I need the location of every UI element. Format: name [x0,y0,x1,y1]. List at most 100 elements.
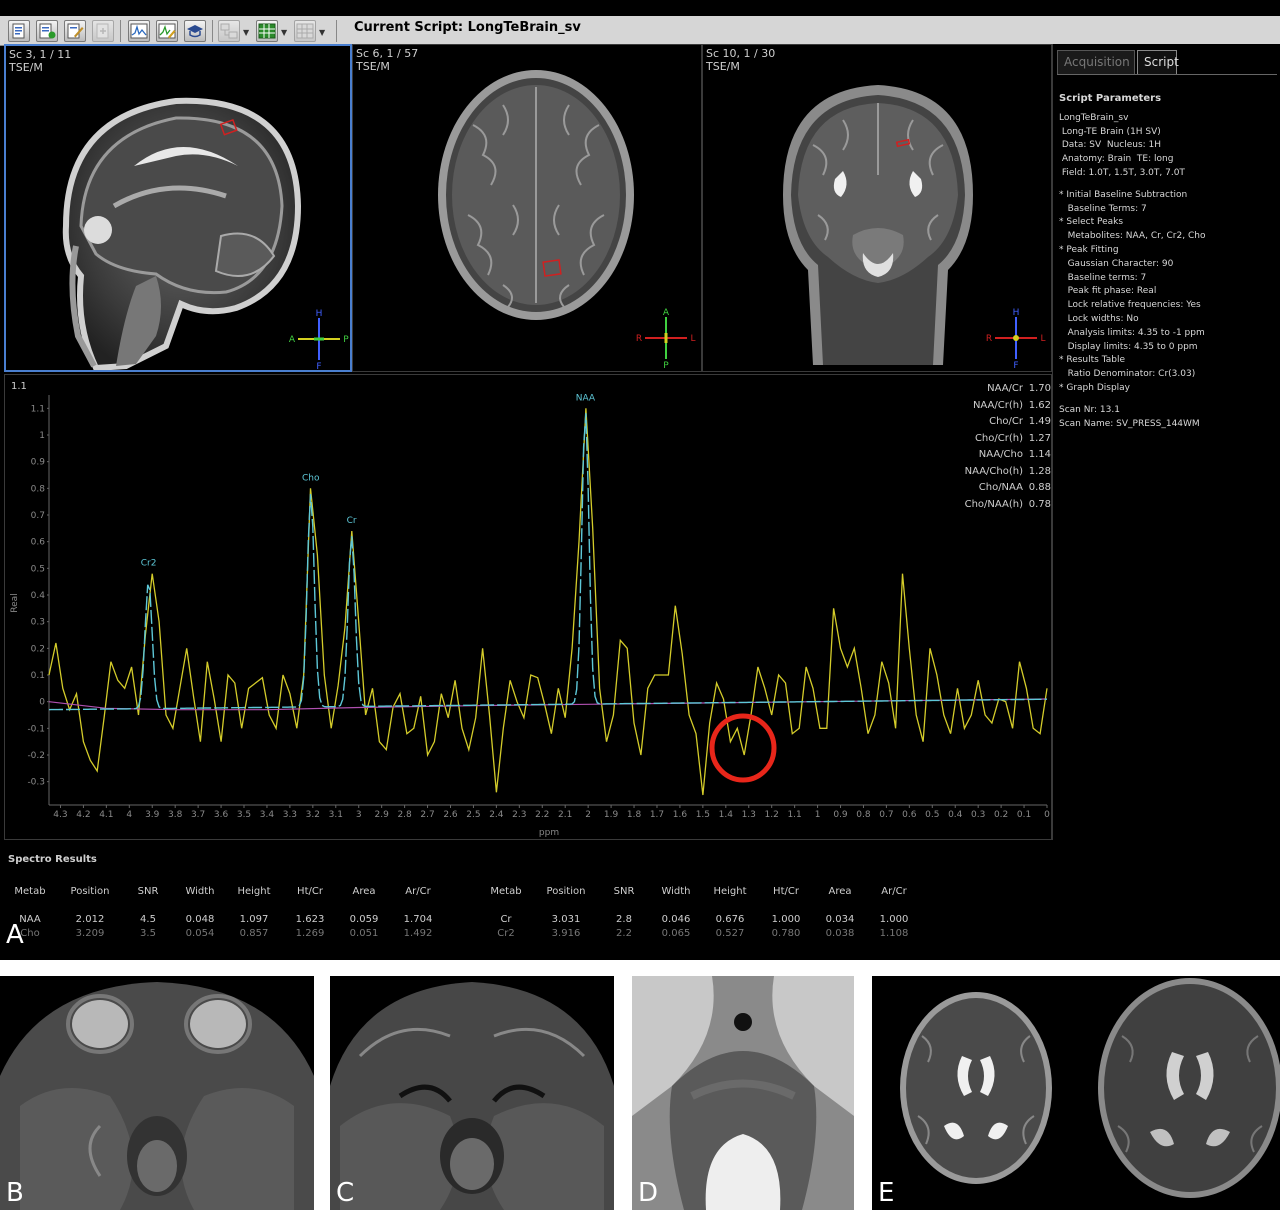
y-tick-label: 0.3 [31,618,45,628]
results-table-right: Metab Position SNR Width Height Ht/Cr Area Ar/C… [486,886,946,942]
script-edit-icon[interactable] [64,20,86,42]
spectrum-raw-line [48,408,1048,796]
annotation-circle [709,713,777,783]
grid-layout-icon[interactable] [256,20,278,42]
figure-label-b: B [6,1178,24,1208]
svg-text:F: F [1013,361,1018,369]
figure-label-e: E [878,1178,895,1208]
script-parameters: Script Parameters LongTeBrain_sv Long-TE… [1059,92,1277,431]
ratio-row: Cho/NAA(h) 0.78 [935,497,1051,514]
chevron-down-icon[interactable]: ▼ [319,28,325,37]
x-tick-label: 3.9 [145,810,160,820]
spectrum-view-icon[interactable] [128,20,150,42]
x-tick-label: 1.4 [719,810,734,820]
x-tick-label: 3.5 [237,810,251,820]
x-tick-label: 3.7 [191,810,205,820]
svg-text:F: F [316,362,321,370]
param-line: Data: SV Nucleus: 1H [1059,140,1162,151]
table-cell: 2.8 [616,914,632,925]
ratio-name: Cho/NAA [978,482,1023,493]
column-header: Width [661,886,691,897]
y-tick-label: 0.7 [31,511,45,521]
tab-acquisition[interactable]: Acquisition [1057,50,1135,74]
script-disabled-icon[interactable] [92,20,114,42]
ratio-row: Cho/Cr 1.49 [935,414,1051,431]
tab-script[interactable]: Script [1137,50,1179,74]
table-cell: 0.780 [771,928,801,939]
mri-panel-e: E [872,976,1280,1210]
spectrum-edit-icon[interactable] [156,20,178,42]
param-line: Peak fit phase: Real [1059,286,1157,297]
x-tick-label: 1 [815,810,821,820]
results-table-left: Metab Position SNR Width Height Ht/Cr Area Ar/C… [10,886,470,942]
y-axis-label: Real [10,593,20,612]
ratio-row: Cho/Cr(h) 1.27 [935,431,1051,448]
param-line: * Graph Display [1059,382,1131,393]
grid-dim-icon[interactable] [294,20,316,42]
layout-tree-icon[interactable] [218,20,240,42]
script-run-icon[interactable] [36,20,58,42]
x-tick-label: 2.4 [489,810,504,820]
toolbar: ▼ ▼ ▼ [0,16,1280,46]
y-tick-label: -0.1 [27,724,45,734]
table-row: Cr 3.031 2.8 0.046 0.676 1.000 0.034 1.000 [486,914,946,928]
script-open-icon[interactable] [8,20,30,42]
table-cell: 3.5 [140,928,156,939]
x-tick-label: 3.4 [260,810,275,820]
param-line: Gaussian Character: 90 [1059,258,1174,269]
ratio-value: 1.62 [1028,399,1051,411]
x-tick-label: 3 [356,810,362,820]
chevron-down-icon[interactable]: ▼ [243,28,249,37]
spectroscopy-app: ▼ ▼ ▼ Current Script: LongTeBrain_sv Sc … [0,0,1280,960]
ratio-name: NAA/Cr [987,383,1023,394]
ratio-value: 1.70 [1028,383,1051,394]
x-tick-label: 1.6 [673,810,688,820]
x-tick-label: 1.8 [627,810,642,820]
table-cell: 0.046 [661,914,691,925]
y-tick-label: -0.2 [27,751,45,761]
viewport-axial[interactable]: Sc 6, 1 / 57 TSE/M A P R L [352,44,702,372]
spectrum-panel[interactable]: 1.1 Real ppm -0.3 -0.2 -0.1 0 0.1 0.2 0.3 0.4 0.… [4,374,1052,840]
ratio-value: 0.88 [1028,482,1051,493]
x-tick-label: 1.2 [765,810,779,820]
param-line: Ratio Denominator: Cr(3.03) [1059,369,1196,380]
mri-zoomed-brainstem-image [632,976,854,1210]
column-header: Position [70,886,110,897]
x-tick-label: 0.6 [902,810,917,820]
x-tick-label: 4.1 [99,810,113,820]
graduation-cap-icon[interactable] [184,20,206,42]
column-header: Area [352,886,376,897]
param-line: Long-TE Brain (1H SV) [1059,126,1161,137]
ratio-row: NAA/Cr(h) 1.62 [935,398,1051,415]
table-cell: 0.038 [825,928,855,939]
chevron-down-icon[interactable]: ▼ [281,28,287,37]
peak-label: Cr2 [141,559,157,569]
column-header: Metab [14,886,46,897]
viewport-coronal[interactable]: Sc 10, 1 / 30 TSE/M H F R L [702,44,1052,372]
viewport-sagittal[interactable]: Sc 3, 1 / 11 TSE/M H F A P [4,44,352,372]
table-cell: 0.048 [185,914,215,925]
mri-axial-orbits-image [0,982,314,1210]
svg-text:H: H [1013,308,1020,318]
spectrum-fit-line [48,413,1048,711]
side-panel: Acquisition Script Script Parameters Lon… [1052,44,1280,840]
ratio-name: Cho/Cr [989,416,1023,427]
param-line: Baseline terms: 7 [1059,272,1147,283]
ratio-value: 1.14 [1028,449,1051,460]
column-header: Position [546,886,586,897]
tab-divider [1057,74,1277,75]
param-line: Metabolites: NAA, Cr, Cr2, Cho [1059,231,1206,242]
table-cell: 1.108 [879,928,909,939]
mri-panel-b: B [0,976,314,1210]
table-cell: 2.2 [616,928,632,939]
svg-text:A: A [663,308,670,318]
orientation-crosshair-icon: H F R L [986,308,1046,369]
param-line: * Peak Fitting [1059,244,1119,255]
x-tick-label: 2.3 [512,810,526,820]
table-cell: 2.012 [75,914,105,925]
ratio-name: NAA/Cho(h) [964,465,1023,477]
x-tick-label: 0.5 [925,810,939,820]
table-cell: 0.527 [715,928,745,939]
x-tick-label: 2.9 [375,810,390,820]
x-axis-label: ppm [539,828,559,838]
